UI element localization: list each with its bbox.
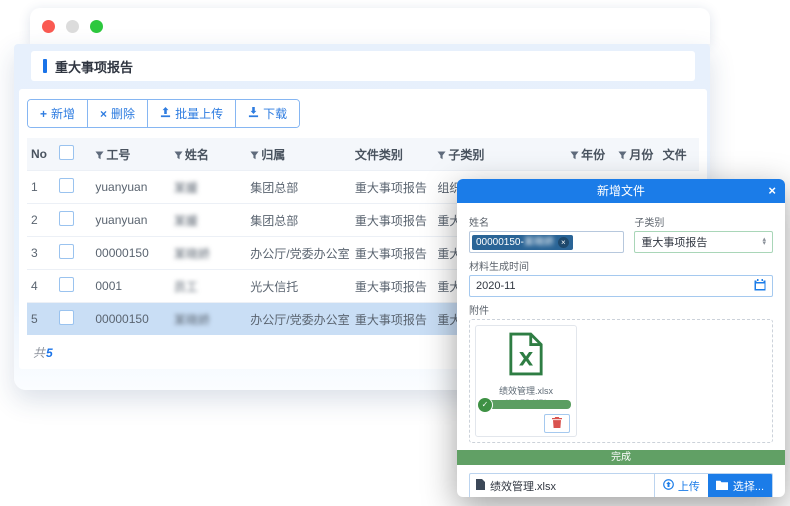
header-org[interactable]: 归属 [246, 138, 351, 171]
header-checkbox-cell [55, 138, 91, 171]
app-background: 重大事项报告 + 新增 × 删除 批量上传 下载 [0, 0, 790, 506]
filter-icon[interactable] [437, 149, 446, 163]
uploaded-filename: 绩效管理.xlsx [481, 384, 571, 397]
row-checkbox[interactable] [59, 211, 74, 226]
subcategory-select[interactable]: 重大事项报告 ▴▾ [634, 231, 773, 253]
x-icon: × [100, 108, 107, 120]
upload-icon [160, 107, 171, 121]
header-name[interactable]: 姓名 [170, 138, 246, 171]
toolbar: + 新增 × 删除 批量上传 下载 [27, 99, 300, 128]
attachment-dropzone[interactable]: X 绩效管理.xlsx (14.58 KB) ✓ [469, 319, 773, 443]
selected-filename: 绩效管理.xlsx [490, 478, 556, 494]
choose-file-label: 选择... [733, 478, 764, 494]
batch-upload-button[interactable]: 批量上传 [147, 100, 235, 127]
row-checkbox[interactable] [59, 244, 74, 259]
name-tag-prefix: 00000150- [476, 237, 524, 248]
total-label: 共 [33, 346, 45, 360]
window-minimize-dot[interactable] [66, 20, 79, 33]
window-close-dot[interactable] [42, 20, 55, 33]
redacted-name: 某晓娇 [524, 237, 554, 248]
selected-file-display: 绩效管理.xlsx [470, 474, 654, 497]
total-count: 5 [46, 346, 53, 360]
delete-file-button[interactable] [544, 414, 570, 433]
file-input-row: 绩效管理.xlsx 上传 选择... [469, 473, 773, 497]
download-button-label: 下载 [263, 105, 287, 122]
subcategory-value: 重大事项报告 [641, 234, 707, 250]
filter-icon[interactable] [570, 149, 579, 163]
svg-text:X: X [519, 348, 534, 370]
window-titlebar [30, 8, 710, 44]
title-accent-bar [43, 59, 47, 73]
header-month[interactable]: 月份 [614, 138, 658, 171]
row-checkbox[interactable] [59, 310, 74, 325]
name-input[interactable]: 00000150-某晓娇 × [469, 231, 624, 253]
filter-icon[interactable] [174, 149, 183, 163]
download-button[interactable]: 下载 [235, 100, 299, 127]
delete-button-label: 删除 [111, 105, 135, 122]
upload-progress-bar: ✓ [481, 400, 571, 409]
filter-icon[interactable] [250, 149, 259, 163]
uploaded-file-card: X 绩效管理.xlsx (14.58 KB) ✓ [475, 325, 577, 437]
select-all-checkbox[interactable] [59, 145, 74, 160]
redacted-name: 某晓娇 [174, 247, 210, 261]
header-subcategory[interactable]: 子类别 [433, 138, 566, 171]
batch-upload-button-label: 批量上传 [175, 105, 223, 122]
delete-button[interactable]: × 删除 [87, 100, 147, 127]
page-title: 重大事项报告 [55, 57, 133, 76]
redacted-name: 某晓娇 [174, 313, 210, 327]
redacted-name: 某媛 [174, 181, 198, 195]
name-tag: 00000150-某晓娇 × [472, 235, 573, 250]
header-category: 文件类别 [351, 138, 433, 171]
add-file-modal: 新增文件 × 姓名 00000150-某晓娇 × [457, 179, 785, 497]
subcategory-field-label: 子类别 [634, 214, 773, 229]
redacted-name: 员工 [174, 280, 198, 294]
remove-tag-icon[interactable]: × [558, 237, 569, 248]
calendar-icon[interactable] [754, 279, 766, 294]
upload-complete-bar: 完成 [457, 450, 785, 465]
window-maximize-dot[interactable] [90, 20, 103, 33]
folder-icon [716, 480, 728, 493]
add-button[interactable]: + 新增 [28, 100, 87, 127]
row-checkbox[interactable] [59, 178, 74, 193]
page-header: 重大事项报告 [31, 51, 695, 81]
excel-file-icon: X [508, 363, 544, 380]
header-employee-id[interactable]: 工号 [91, 138, 169, 171]
upload-file-label: 上传 [678, 478, 700, 494]
row-checkbox[interactable] [59, 277, 74, 292]
modal-title: 新增文件 [597, 184, 645, 198]
upload-file-button[interactable]: 上传 [654, 474, 708, 497]
date-value: 2020-11 [476, 280, 516, 292]
table-header-row: No 工号 姓名 归属 文件类别 子类别 年份 月份 文件 [27, 138, 699, 171]
name-field-label: 姓名 [469, 214, 624, 229]
filter-icon[interactable] [95, 149, 104, 163]
add-button-label: 新增 [51, 105, 75, 122]
download-icon [248, 107, 259, 121]
modal-body: 姓名 00000150-某晓娇 × 子类别 重大事项报告 [457, 203, 785, 497]
trash-icon [552, 415, 562, 433]
date-field-label: 材料生成时间 [469, 258, 773, 273]
filter-icon[interactable] [618, 149, 627, 163]
header-file: 文件 [659, 138, 699, 171]
upload-circle-icon [663, 479, 674, 493]
document-icon [476, 479, 485, 493]
header-year[interactable]: 年份 [566, 138, 614, 171]
check-icon: ✓ [477, 397, 493, 413]
header-no: No [27, 138, 55, 171]
modal-header: 新增文件 × [457, 179, 785, 203]
close-icon[interactable]: × [768, 179, 776, 203]
date-input[interactable]: 2020-11 [469, 275, 773, 297]
redacted-name: 某媛 [174, 214, 198, 228]
attachment-field-label: 附件 [469, 302, 773, 317]
chevron-up-down-icon: ▴▾ [762, 238, 766, 246]
choose-file-button[interactable]: 选择... [708, 474, 772, 497]
plus-icon: + [40, 108, 47, 120]
